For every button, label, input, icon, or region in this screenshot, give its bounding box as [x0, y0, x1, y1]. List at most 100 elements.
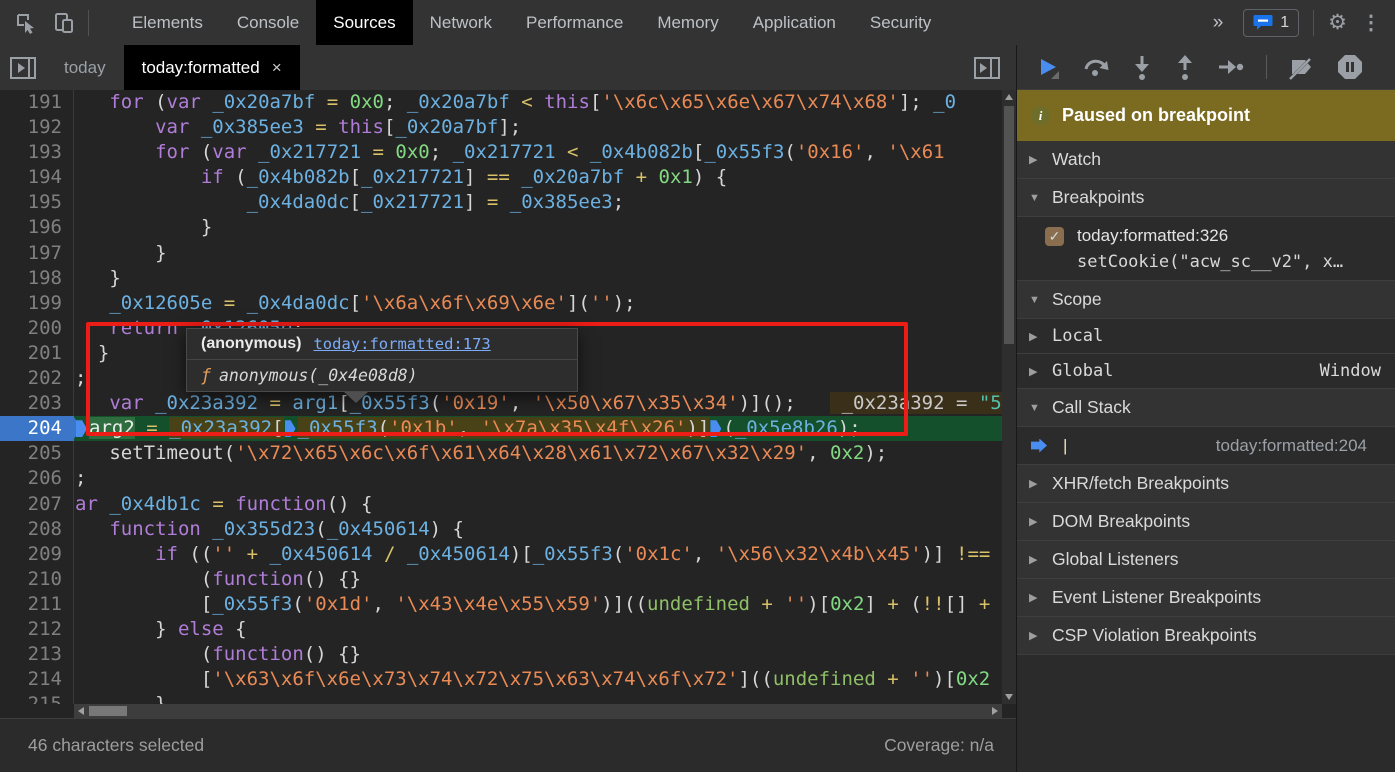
panel-tab-network[interactable]: Network — [413, 0, 509, 45]
line-number[interactable]: 202 — [0, 366, 74, 391]
line-number[interactable]: 197 — [0, 241, 74, 266]
code-line[interactable]: 197 } — [0, 241, 1002, 266]
code-text[interactable]: for (var _0x217721 = 0x0; _0x217721 < _0… — [74, 140, 1002, 165]
line-number[interactable]: 215 — [0, 692, 74, 704]
code-text[interactable]: _0x4da0dc[_0x217721] = _0x385ee3; — [74, 190, 1002, 215]
line-number[interactable]: 214 — [0, 667, 74, 692]
inline-breakpoint-marker-icon[interactable] — [76, 420, 87, 437]
more-tabs-chevron[interactable]: » — [1207, 12, 1230, 34]
code-line[interactable]: 213 (function() {} — [0, 642, 1002, 667]
code-text[interactable]: } else { — [74, 617, 1002, 642]
code-text[interactable]: } — [74, 266, 1002, 291]
section-scope[interactable]: ▼ Scope — [1017, 281, 1395, 319]
horizontal-scrollbar[interactable] — [74, 704, 1002, 718]
code-line[interactable]: 193 for (var _0x217721 = 0x0; _0x217721 … — [0, 140, 1002, 165]
code-text[interactable]: ['\x63\x6f\x6e\x73\x74\x72\x75\x63\x74\x… — [74, 667, 1002, 692]
line-number[interactable]: 193 — [0, 140, 74, 165]
console-messages-badge[interactable]: 1 — [1243, 9, 1299, 37]
panel-tab-sources[interactable]: Sources — [316, 0, 412, 45]
line-number[interactable]: 201 — [0, 341, 74, 366]
scope-global[interactable]: ▶ Global Window — [1017, 354, 1395, 389]
settings-gear-icon[interactable]: ⚙ — [1328, 10, 1347, 35]
line-number[interactable]: 208 — [0, 517, 74, 542]
breakpoint-entry[interactable]: ✓ today:formatted:326 setCookie("acw_sc_… — [1017, 217, 1395, 281]
code-line[interactable]: 203 var _0x23a392 = arg1[_0x55f3('0x19',… — [0, 391, 1002, 416]
code-line[interactable]: 204arg2 = _0x23a392[_0x55f3('0x1b', '\x7… — [0, 416, 1002, 441]
line-number[interactable]: 210 — [0, 567, 74, 592]
line-number[interactable]: 200 — [0, 316, 74, 341]
scope-local[interactable]: ▶ Local — [1017, 319, 1395, 354]
section-global-listeners[interactable]: ▶ Global Listeners — [1017, 541, 1395, 579]
code-line[interactable]: 199 _0x12605e = _0x4da0dc['\x6a\x6f\x69\… — [0, 291, 1002, 316]
panel-tab-console[interactable]: Console — [220, 0, 316, 45]
vertical-scrollbar[interactable] — [1002, 90, 1016, 704]
line-number[interactable]: 207 — [0, 492, 74, 517]
device-toolbar-icon[interactable] — [52, 11, 76, 35]
code-text[interactable]: var _0x385ee3 = this[_0x20a7bf]; — [74, 115, 1002, 140]
code-line[interactable]: 205 setTimeout('\x72\x65\x6c\x6f\x61\x64… — [0, 441, 1002, 466]
pause-on-exceptions-button[interactable] — [1337, 54, 1363, 80]
file-tab-today-formatted[interactable]: today:formatted × — [124, 45, 300, 90]
line-number[interactable]: 194 — [0, 165, 74, 190]
code-line[interactable]: 212 } else { — [0, 617, 1002, 642]
vertical-scroll-thumb[interactable] — [1004, 106, 1014, 344]
line-number[interactable]: 209 — [0, 542, 74, 567]
code-line[interactable]: 196 } — [0, 215, 1002, 240]
code-text[interactable]: if (('' + _0x450614 / _0x450614)[_0x55f3… — [74, 542, 1002, 567]
source-editor[interactable]: 191 for (var _0x20a7bf = 0x0; _0x20a7bf … — [0, 90, 1016, 718]
step-button[interactable] — [1217, 54, 1245, 80]
code-text[interactable]: for (var _0x20a7bf = 0x0; _0x20a7bf < th… — [74, 90, 1002, 115]
line-number[interactable]: 196 — [0, 215, 74, 240]
line-number[interactable]: 192 — [0, 115, 74, 140]
code-text[interactable]: _0x12605e = _0x4da0dc['\x6a\x6f\x69\x6e'… — [74, 291, 1002, 316]
scroll-up-arrow[interactable] — [1002, 90, 1016, 104]
show-navigator-icon[interactable] — [10, 57, 36, 79]
line-number[interactable]: 191 — [0, 90, 74, 115]
scroll-left-arrow[interactable] — [74, 704, 88, 718]
code-text[interactable]: [_0x55f3('0x1d', '\x43\x4e\x55\x59')]((u… — [74, 592, 1002, 617]
line-number[interactable]: 205 — [0, 441, 74, 466]
scroll-down-arrow[interactable] — [1002, 690, 1016, 704]
breakpoint-checkbox[interactable]: ✓ — [1045, 227, 1064, 246]
code-line[interactable]: 210 (function() {} — [0, 567, 1002, 592]
inspect-element-icon[interactable] — [14, 11, 38, 35]
code-text[interactable]: (function() {} — [74, 567, 1002, 592]
section-breakpoints[interactable]: ▼ Breakpoints — [1017, 179, 1395, 217]
line-number[interactable]: 212 — [0, 617, 74, 642]
code-line[interactable]: 208 function _0x355d23(_0x450614) { — [0, 517, 1002, 542]
panel-tab-memory[interactable]: Memory — [640, 0, 735, 45]
step-into-button[interactable] — [1131, 54, 1153, 80]
panel-tab-application[interactable]: Application — [736, 0, 853, 45]
code-text[interactable]: var _0x23a392 = arg1[_0x55f3('0x19', '\x… — [74, 391, 1002, 416]
code-line[interactable]: 192 var _0x385ee3 = this[_0x20a7bf]; — [0, 115, 1002, 140]
code-line[interactable]: 209 if (('' + _0x450614 / _0x450614)[_0x… — [0, 542, 1002, 567]
code-line[interactable]: 194 if (_0x4b082b[_0x217721] == _0x20a7b… — [0, 165, 1002, 190]
code-line[interactable]: 207ar _0x4db1c = function() { — [0, 492, 1002, 517]
code-text[interactable]: } — [74, 215, 1002, 240]
section-xhr-breakpoints[interactable]: ▶ XHR/fetch Breakpoints — [1017, 465, 1395, 503]
line-number[interactable]: 206 — [0, 466, 74, 491]
code-text[interactable]: function _0x355d23(_0x450614) { — [74, 517, 1002, 542]
section-call-stack[interactable]: ▼ Call Stack — [1017, 389, 1395, 427]
code-text[interactable]: } — [74, 692, 1002, 704]
panel-tab-security[interactable]: Security — [853, 0, 948, 45]
line-number[interactable]: 198 — [0, 266, 74, 291]
step-over-button[interactable] — [1082, 54, 1110, 80]
scroll-right-arrow[interactable] — [988, 704, 1002, 718]
code-line[interactable]: 214 ['\x63\x6f\x6e\x73\x74\x72\x75\x63\x… — [0, 667, 1002, 692]
step-out-button[interactable] — [1174, 54, 1196, 80]
code-text[interactable]: (function() {} — [74, 642, 1002, 667]
horizontal-scroll-thumb[interactable] — [89, 706, 127, 716]
code-line[interactable]: 206; — [0, 466, 1002, 491]
resume-button[interactable] — [1035, 54, 1061, 80]
file-tab-today[interactable]: today — [46, 45, 124, 90]
code-line[interactable]: 211 [_0x55f3('0x1d', '\x43\x4e\x55\x59')… — [0, 592, 1002, 617]
code-text[interactable]: arg2 = _0x23a392[_0x55f3('0x1b', '\x7a\x… — [74, 416, 1002, 441]
kebab-menu-icon[interactable]: ⋮ — [1361, 10, 1381, 35]
tooltip-source-link[interactable]: today:formatted:173 — [313, 335, 490, 353]
code-text[interactable]: ; — [74, 466, 1002, 491]
deactivate-breakpoints-button[interactable] — [1288, 54, 1316, 80]
panel-tab-elements[interactable]: Elements — [115, 0, 220, 45]
code-line[interactable]: 195 _0x4da0dc[_0x217721] = _0x385ee3; — [0, 190, 1002, 215]
inline-breakpoint-marker-icon[interactable] — [710, 420, 721, 437]
